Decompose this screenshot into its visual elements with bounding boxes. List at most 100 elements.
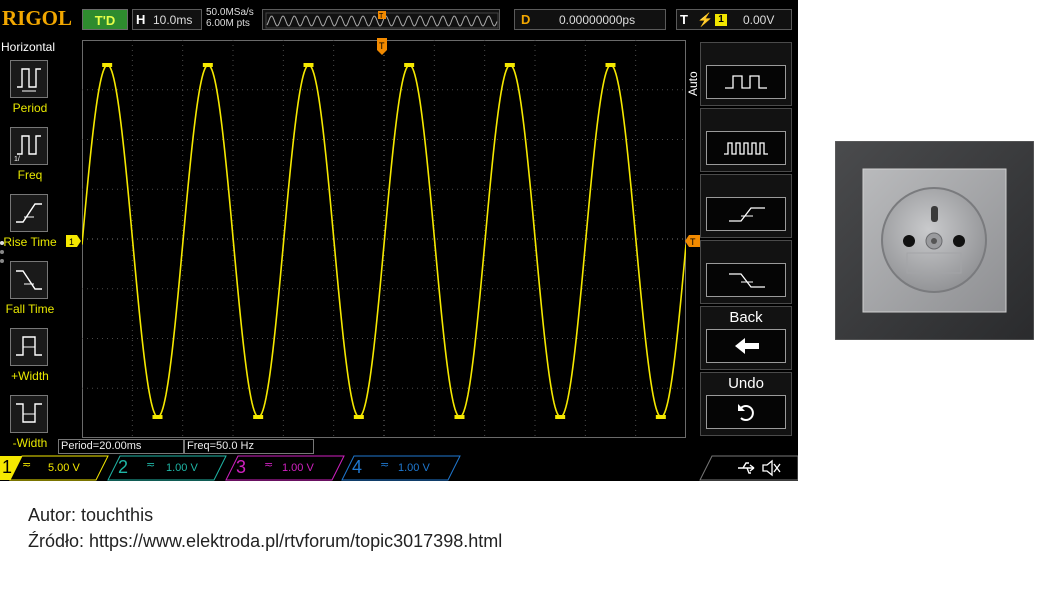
channel-1-number: 1 [2,457,13,477]
trigger-box[interactable]: T ⚡ 1 0.00V [676,9,792,30]
channel-4-tab[interactable]: 4 ≂ 1.00 V [350,456,458,480]
horizontal-value: 10.0ms [153,13,193,27]
channel-status-bar: 1 ≂ 5.00 V 2 ≂ 1.00 V 3 ≂ 1.00 V 4 ≂ 1.0… [0,455,798,481]
author-caption: Autor: touchthis [28,505,154,525]
auto-rising-edge-button[interactable] [700,174,792,238]
memory-depth: 6.00M pts [206,18,250,29]
measure-rise-time-label: Rise Time [3,235,57,249]
trace-peak [404,63,415,67]
trace-peak [353,415,364,419]
single-pulse-icon [706,65,786,99]
delay-label: D [521,12,531,27]
horizontal-scale-box[interactable]: H 10.0ms [132,9,202,30]
measure-period-label: Period [12,101,48,115]
undo-label: Undo [728,375,764,392]
channel-3-coupling-icon: ≂ [264,459,274,471]
svg-text:1/: 1/ [14,156,20,163]
memory-waveform-preview: T [265,11,499,29]
trace-peak [555,415,566,419]
negative-width-icon [10,395,48,433]
measure-period[interactable]: Period [0,60,60,126]
svg-text:T: T [379,13,384,20]
oscilloscope-screen: RIGOL T'D H 10.0ms 50.0MSa/s 6.00M pts T… [0,0,798,481]
channel-3-scale: 1.00 V [282,462,314,474]
measure-fall-time-label: Fall Time [5,302,55,316]
right-menu-title: Auto [686,71,700,96]
source-caption: Źródło: https://www.elektroda.pl/rtvforu… [28,531,503,551]
undo-button[interactable]: Undo [700,372,792,436]
measure-negative-width[interactable]: -Width [0,395,60,461]
horizontal-measure-menu: Horizontal Period 1/ Freq Rise Time Fall… [0,38,60,456]
trace-peak [504,63,515,67]
memory-overview: T [262,9,500,30]
measure-negative-width-label: -Width [12,436,48,450]
trace-peak [605,63,616,67]
channel-3-number: 3 [236,457,247,477]
trigger-position-marker: T [377,38,387,55]
channel-2-scale: 1.00 V [166,462,198,474]
positive-width-icon [10,328,48,366]
trace-peak [202,63,213,67]
top-status-bar: RIGOL T'D H 10.0ms 50.0MSa/s 6.00M pts T… [0,0,798,36]
trigger-source-badge: 1 [715,14,727,26]
channel-1-ground-marker[interactable]: 1 [66,235,82,247]
trace-peak [253,415,264,419]
channel-2-tab[interactable]: 2 ≂ 1.00 V [116,456,224,480]
power-socket-photo [835,141,1034,340]
measure-positive-width-label: +Width [11,369,49,383]
measure-freq[interactable]: 1/ Freq [0,127,60,193]
channel-3-tab[interactable]: 3 ≂ 1.00 V [234,456,342,480]
trigger-level-value: 0.00V [743,13,775,27]
delay-box[interactable]: D 0.00000000ps [514,9,666,30]
falling-edge-icon [706,263,786,297]
channel-4-number: 4 [352,457,363,477]
auto-multi-pulse-button[interactable] [700,108,792,172]
measure-rise-time[interactable]: Rise Time [0,194,60,260]
channel-1-coupling-icon: ≂ [22,459,32,471]
trace-peak [102,63,113,67]
frequency-icon: 1/ [10,127,48,165]
waveform-display [82,40,686,438]
auto-single-pulse-button[interactable] [700,42,792,106]
brand-logo: RIGOL [2,6,73,30]
rising-edge-icon [706,197,786,231]
trigger-edge-icon: ⚡ [697,12,714,27]
delay-value: 0.00000000ps [559,13,636,27]
run-status-badge[interactable]: T'D [82,9,128,30]
back-button[interactable]: Back [700,306,792,370]
channel-1-scale: 5.00 V [48,462,80,474]
trace-peak [152,415,163,419]
channel-4-scale: 1.00 V [398,462,430,474]
channel-1-trace [82,64,686,418]
period-measurement[interactable]: Period=20.00ms [58,439,184,454]
svg-text:T: T [379,41,385,51]
undo-icon [706,395,786,429]
measure-freq-label: Freq [17,168,43,182]
trigger-level-marker[interactable]: T [684,235,700,247]
horizontal-label: H [136,12,146,27]
usb-icon [738,462,755,474]
measure-fall-time[interactable]: Fall Time [0,261,60,327]
period-icon [10,60,48,98]
speaker-icon[interactable] [760,458,782,478]
trace-peak [303,63,314,67]
trigger-label: T [680,12,688,27]
acquisition-info: 50.0MSa/s 6.00M pts [206,7,254,29]
svg-text:T: T [690,237,696,247]
fall-time-icon [10,261,48,299]
back-label: Back [729,309,763,326]
auto-measure-menu: Back Undo [700,42,792,438]
measure-positive-width[interactable]: +Width [0,328,60,394]
channel-1-tab[interactable]: 1 ≂ 5.00 V [0,456,108,480]
channel-2-coupling-icon: ≂ [146,459,156,471]
channel-4-coupling-icon: ≂ [380,459,390,471]
trace-peak [655,415,666,419]
sample-rate: 50.0MSa/s [206,7,254,18]
left-menu-title: Horizontal [1,40,56,54]
rise-time-icon [10,194,48,232]
back-arrow-icon [706,329,786,363]
channel-2-number: 2 [118,457,129,477]
trace-peak [454,415,465,419]
auto-falling-edge-button[interactable] [700,240,792,304]
frequency-measurement[interactable]: Freq=50.0 Hz [184,439,314,454]
